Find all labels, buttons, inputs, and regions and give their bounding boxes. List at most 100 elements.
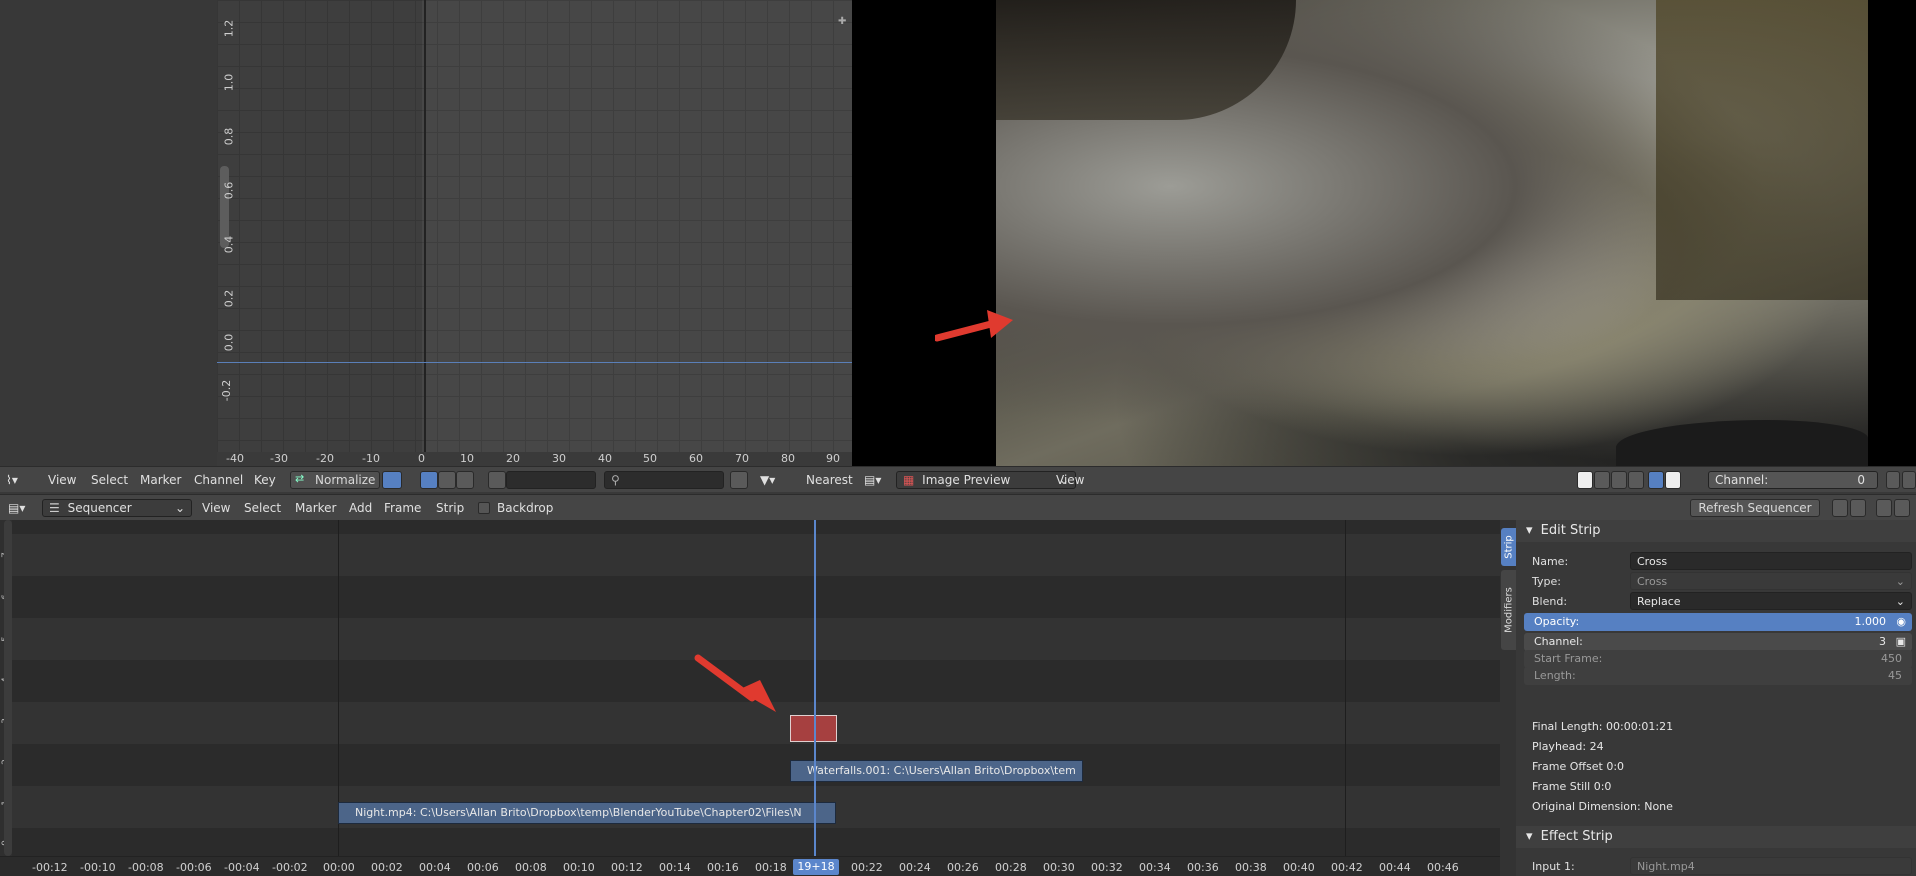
x-tick: 40 (598, 452, 612, 465)
render-anim-icon[interactable] (1850, 499, 1866, 517)
eye-icon[interactable]: ◉ (1896, 613, 1906, 631)
menu-select[interactable]: Select (244, 499, 281, 517)
red-arrow-icon (935, 310, 1013, 342)
tab-modifiers[interactable]: Modifiers (1501, 570, 1516, 650)
normalize-toggle[interactable]: ⇄ Normalize (290, 471, 380, 489)
y-tick: -0.2 (220, 379, 234, 402)
corner-plus-icon[interactable]: ✚ (838, 16, 848, 27)
time-tick: 00:32 (1091, 861, 1123, 874)
graph-frame-ruler[interactable]: -40 -30 -20 -10 0 10 20 30 40 50 60 70 8… (217, 452, 852, 466)
time-tick: 00:04 (419, 861, 451, 874)
graph-editor[interactable]: ✚ 1.2 1.0 0.8 0.6 0.4 0.2 0.0 -0.2 -40 -… (0, 0, 852, 466)
time-tick: 00:40 (1283, 861, 1315, 874)
image-cliff-shape (1656, 0, 1868, 300)
safe-areas-icon[interactable] (1611, 471, 1627, 489)
waterfall-preview-image (996, 0, 1868, 466)
time-tick: 00:08 (515, 861, 547, 874)
name-field[interactable]: Cross (1630, 552, 1912, 570)
channel-field-value: 0 (1857, 473, 1865, 487)
time-tick: -00:12 (32, 861, 68, 874)
opacity-slider[interactable]: Opacity: 1.000 ◉ (1524, 613, 1912, 631)
blend-dropdown[interactable]: Replace ⌄ (1630, 592, 1912, 610)
menu-marker[interactable]: Marker (295, 499, 336, 517)
time-tick: 00:44 (1379, 861, 1411, 874)
lifebuoy-icon[interactable] (456, 471, 474, 489)
playhead-line[interactable] (814, 520, 816, 876)
menu-view[interactable]: View (202, 499, 230, 517)
channel-value: 3 (1879, 635, 1886, 648)
y-tick: 0.8 (222, 127, 236, 146)
time-tick: 00:28 (995, 861, 1027, 874)
tab-strip[interactable]: Strip (1501, 528, 1516, 566)
interpolation-dropdown[interactable]: Nearest (806, 471, 853, 489)
alpha-checker-icon[interactable] (1577, 471, 1593, 489)
menu-add[interactable]: Add (349, 499, 372, 517)
time-tick: 00:10 (563, 861, 595, 874)
final-length-text: Final Length: 00:00:01:21 (1532, 720, 1674, 733)
graph-editor-header: ⌇▾ View Select Marker Channel Key ⇄ Norm… (0, 466, 862, 492)
sequencer-view-dropdown[interactable]: ☰ Sequencer ⌄ (42, 499, 192, 517)
effect-strip-panel-header[interactable]: ▾ Effect Strip (1516, 826, 1916, 848)
x-tick: 60 (689, 452, 703, 465)
image-icon[interactable] (1628, 471, 1644, 489)
menu-frame[interactable]: Frame (384, 499, 421, 517)
graph-channel-region (0, 0, 217, 466)
channel-number-field[interactable]: Channel: 3 ▣ (1524, 633, 1912, 651)
graph-frame-zero-line (424, 0, 426, 452)
channel-row (12, 534, 1500, 576)
overlay-icon[interactable] (1648, 471, 1664, 489)
view-type-dropdown[interactable]: ▦ Image Preview ⌄ (896, 471, 1076, 489)
edit-strip-panel-header[interactable]: ▾ Edit Strip (1516, 520, 1916, 542)
select-cursor-icon[interactable] (420, 471, 438, 489)
filter-funnel-icon[interactable]: ▼▾ (760, 471, 775, 489)
y-tick: 0.0 (222, 333, 236, 352)
proxy-checker-icon[interactable] (1665, 471, 1681, 489)
time-tick: 00:14 (659, 861, 691, 874)
editor-type-graph-icon[interactable]: ⌇▾ (6, 471, 18, 489)
image-foreground-rock (1616, 420, 1868, 466)
display-channel-icon[interactable] (1594, 471, 1610, 489)
waterfalls-strip[interactable]: Waterfalls.001: C:\Users\Allan Brito\Dro… (790, 760, 1083, 782)
menu-channel[interactable]: Channel (194, 471, 243, 489)
backdrop-checkbox[interactable] (478, 502, 490, 514)
x-tick: 0 (418, 452, 425, 465)
menu-key[interactable]: Key (254, 471, 276, 489)
blend-label: Blend: (1532, 595, 1568, 608)
chevron-down-icon: ⌄ (174, 501, 185, 515)
menu-strip[interactable]: Strip (436, 499, 464, 517)
lock-icon[interactable] (730, 471, 748, 489)
time-tick: -00:04 (224, 861, 260, 874)
menu-marker[interactable]: Marker (140, 471, 181, 489)
editor-type-sequencer-icon[interactable]: ▤▾ (864, 471, 881, 489)
search-field[interactable]: ⚲ (604, 471, 724, 489)
graph-curve[interactable] (217, 362, 852, 363)
menu-view[interactable]: View (48, 471, 76, 489)
playhead-frame-label[interactable]: 19+18 (793, 859, 839, 875)
sequencer-header: ▤▾ ☰ Sequencer ⌄ View Select Marker Add … (0, 494, 1916, 520)
ghost-icon[interactable] (438, 471, 456, 489)
render-icon[interactable] (1832, 499, 1848, 517)
lock-icon[interactable]: ▣ (1896, 633, 1906, 651)
start-frame-label: Start Frame: (1534, 652, 1603, 665)
copy-icon[interactable] (1876, 499, 1892, 517)
render-still-icon[interactable] (1902, 471, 1916, 489)
time-tick: 00:24 (899, 861, 931, 874)
editor-type-sequencer-icon[interactable]: ▤▾ (8, 499, 25, 517)
channel-field[interactable]: Channel: 0 (1708, 471, 1878, 489)
ghost-mode-icon[interactable] (1886, 471, 1900, 489)
length-field: Length: 45 (1524, 667, 1912, 685)
refresh-sequencer-button[interactable]: Refresh Sequencer (1690, 499, 1820, 517)
channel-filter-field[interactable] (506, 471, 596, 489)
graph-negative-region (217, 0, 422, 452)
menu-select[interactable]: Select (91, 471, 128, 489)
dopesheet-icon[interactable] (488, 471, 506, 489)
auto-normalize-icon[interactable] (382, 471, 402, 489)
menu-view[interactable]: View (1056, 471, 1084, 489)
sequencer-time-ruler[interactable]: -00:12 -00:10 -00:08 -00:06 -00:04 -00:0… (0, 856, 1500, 876)
effect-strip-title: Effect Strip (1540, 829, 1613, 844)
paste-icon[interactable] (1894, 499, 1910, 517)
chevron-down-icon: ⌄ (1895, 575, 1905, 588)
original-dimension-text: Original Dimension: None (1532, 800, 1673, 813)
sequencer-vertical-scrollbar[interactable] (4, 520, 12, 856)
night-strip[interactable]: Night.mp4: C:\Users\Allan Brito\Dropbox\… (338, 802, 836, 824)
